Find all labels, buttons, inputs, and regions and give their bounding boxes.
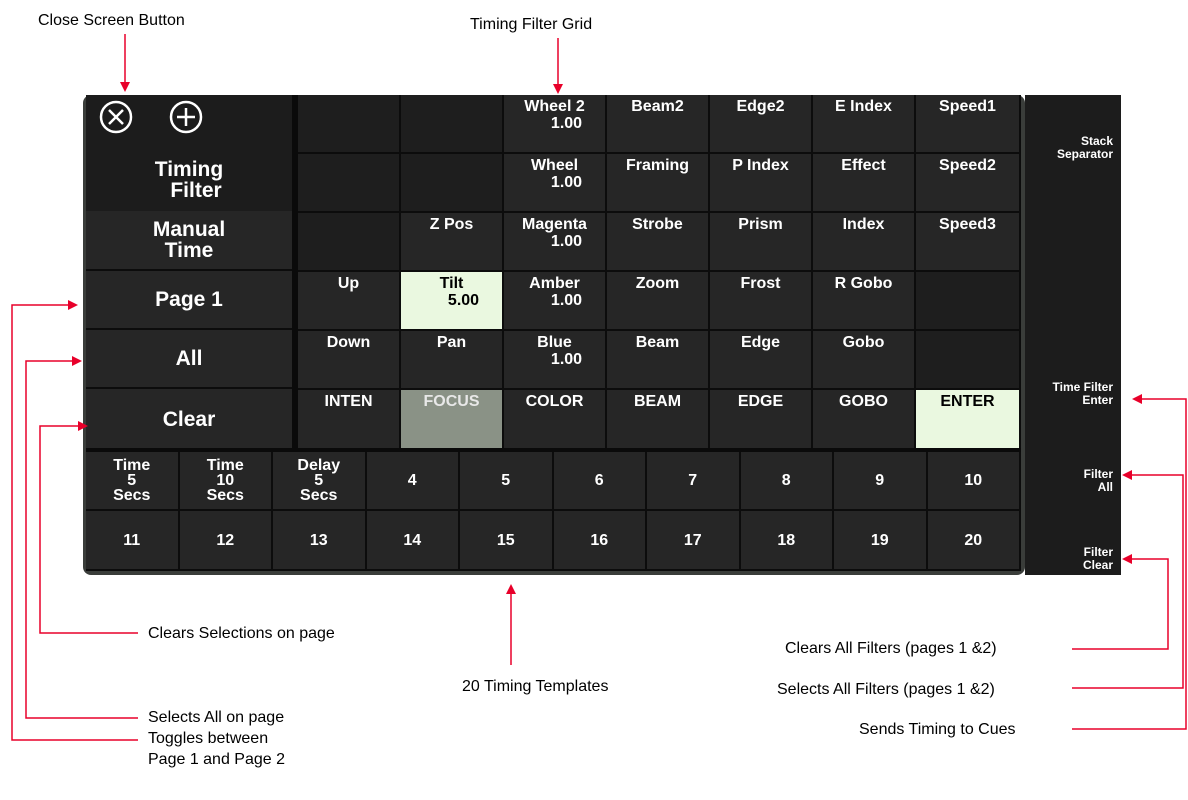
callout-leaders (11, 34, 1187, 741)
